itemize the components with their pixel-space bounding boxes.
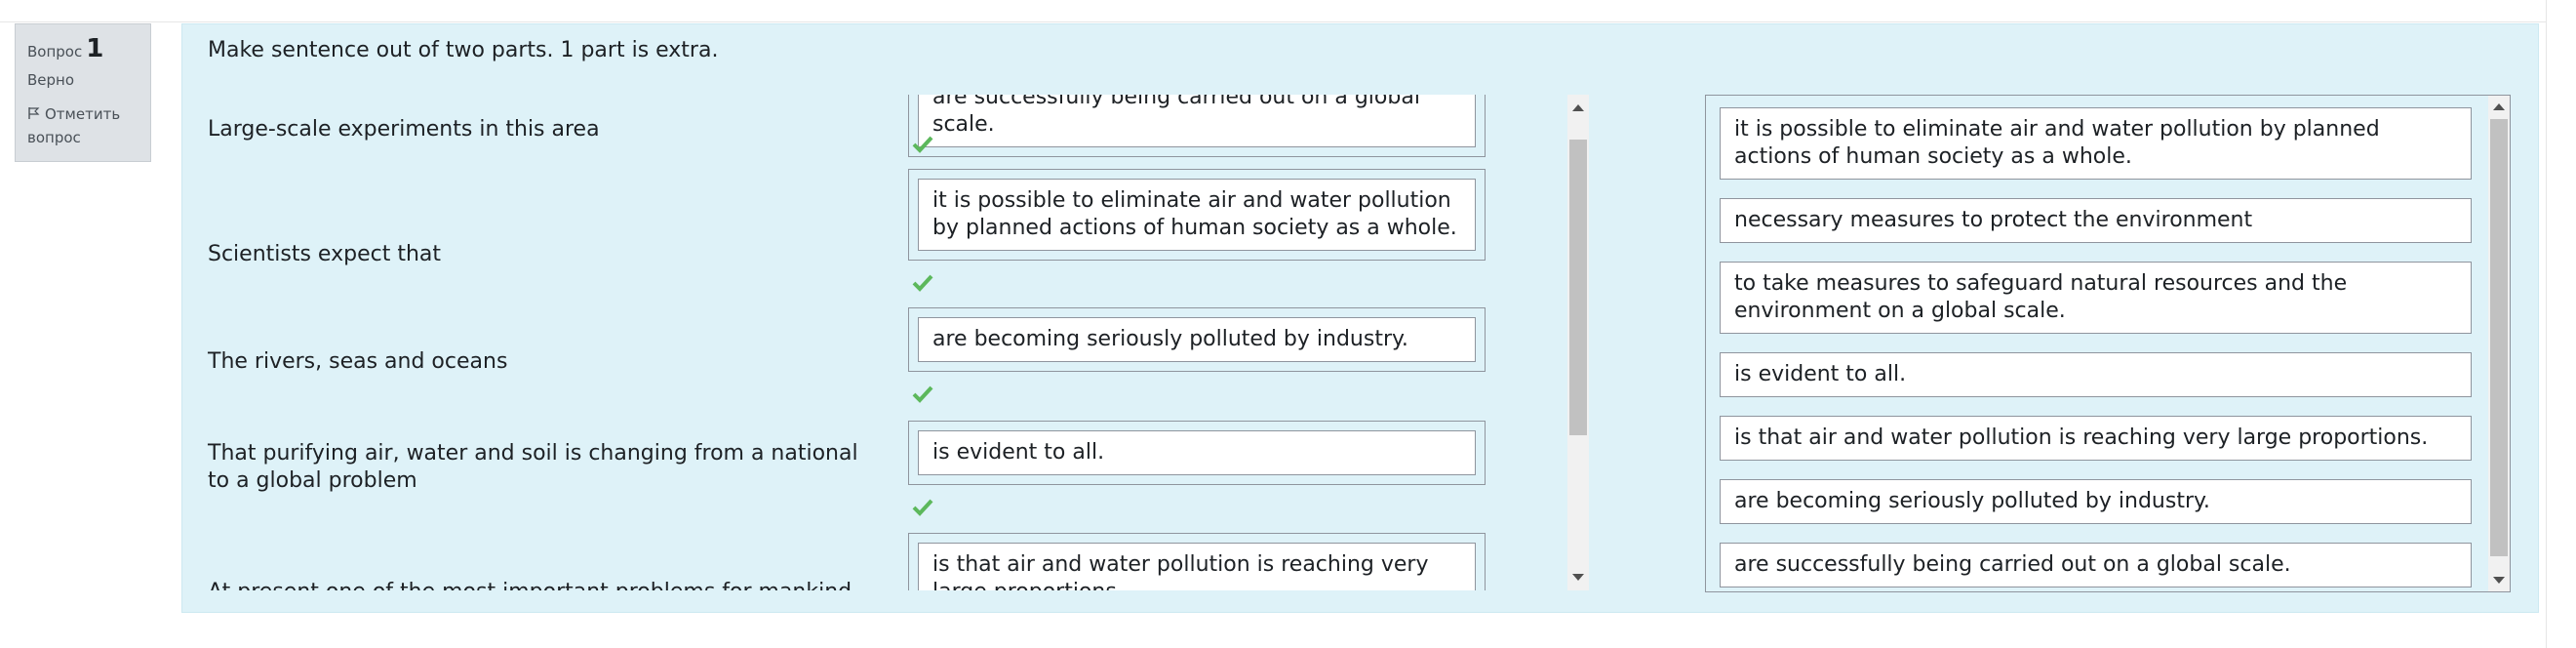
question-content: Make sentence out of two parts. 1 part i… [181, 23, 2539, 613]
choice-chip[interactable]: to take measures to safeguard natural re… [1720, 262, 2472, 334]
question-number-value: 1 [86, 34, 104, 63]
placed-answer-2[interactable]: it is possible to eliminate air and wate… [918, 179, 1476, 251]
scroll-up-icon[interactable] [2493, 103, 2505, 110]
flag-question-link[interactable]: Отметить вопрос [27, 102, 139, 149]
choice-chip[interactable]: is evident to all. [1720, 352, 2472, 397]
stem-5: At present one of the most important pro… [208, 579, 871, 590]
placed-answer-1[interactable]: are successfully being carried out on a … [918, 95, 1476, 147]
drop-zone-5[interactable]: is that air and water pollution is reach… [908, 533, 1486, 590]
drop-zone-1[interactable]: are successfully being carried out on a … [908, 95, 1486, 157]
scroll-down-icon[interactable] [2493, 577, 2505, 584]
answer-bank: it is possible to eliminate air and wate… [1705, 95, 2511, 592]
placed-answer-3[interactable]: are becoming seriously polluted by indus… [918, 317, 1476, 362]
check-icon [912, 385, 933, 403]
check-icon [912, 136, 933, 153]
stem-3: The rivers, seas and oceans [208, 349, 508, 374]
drop-zone-2[interactable]: it is possible to eliminate air and wate… [908, 169, 1486, 261]
top-bar [0, 0, 2546, 22]
page-edge [2546, 0, 2547, 648]
stem-1: Large-scale experiments in this area [208, 117, 600, 142]
scroll-thumb[interactable] [1569, 140, 1587, 435]
choice-chip[interactable]: necessary measures to protect the enviro… [1720, 198, 2472, 243]
matching-pane: Large-scale experiments in this area are… [182, 95, 1577, 590]
drop-zone-4[interactable]: is evident to all. [908, 421, 1486, 485]
choice-chip[interactable]: are becoming seriously polluted by indus… [1720, 479, 2472, 524]
answer-bank-scrollbar[interactable] [2488, 96, 2510, 591]
choice-chip[interactable]: are successfully being carried out on a … [1720, 543, 2472, 587]
choice-chip[interactable]: is that air and water pollution is reach… [1720, 416, 2472, 461]
question-state: Верно [27, 71, 75, 89]
scroll-thumb[interactable] [2490, 119, 2508, 556]
question-label: Вопрос [27, 43, 83, 61]
question-text: Make sentence out of two parts. 1 part i… [208, 38, 719, 62]
question-info-panel: Вопрос 1 Верно Отметить вопрос [15, 23, 151, 162]
matching-scrollbar[interactable] [1567, 95, 1589, 590]
stem-2: Scientists expect that [208, 242, 441, 266]
choice-chip[interactable]: it is possible to eliminate air and wate… [1720, 107, 2472, 180]
drop-zone-3[interactable]: are becoming seriously polluted by indus… [908, 307, 1486, 372]
scroll-up-icon[interactable] [1572, 104, 1584, 111]
flag-icon [28, 107, 40, 119]
placed-answer-4[interactable]: is evident to all. [918, 430, 1476, 475]
stem-4: That purifying air, water and soil is ch… [208, 441, 858, 493]
check-icon [912, 499, 933, 516]
flag-question-label: Отметить вопрос [27, 105, 121, 146]
scroll-down-icon[interactable] [1572, 574, 1584, 581]
placed-answer-5[interactable]: is that air and water pollution is reach… [918, 543, 1476, 590]
check-icon [912, 274, 933, 292]
question-number: Вопрос 1 [27, 34, 139, 63]
